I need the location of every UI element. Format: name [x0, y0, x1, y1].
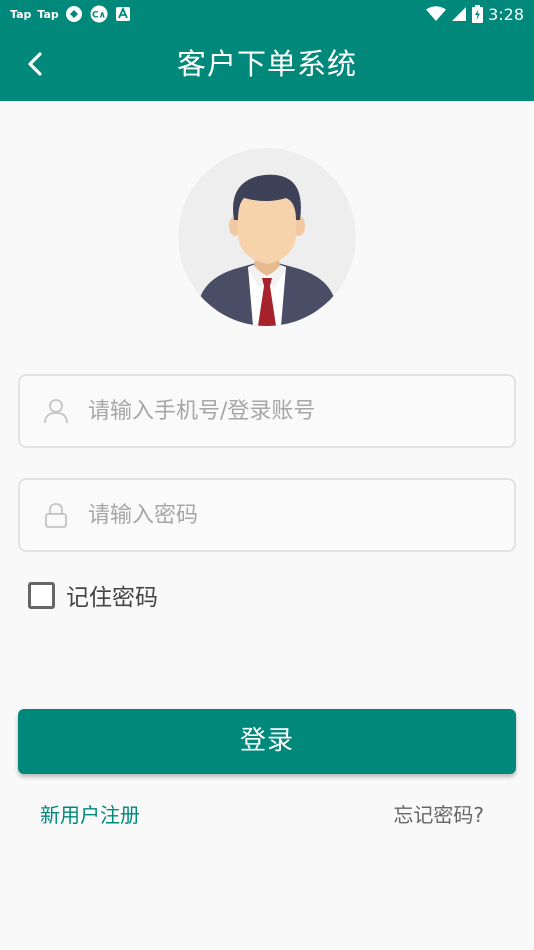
- register-link[interactable]: 新用户注册: [40, 799, 140, 828]
- forgot-password-link[interactable]: 忘记密码?: [393, 799, 484, 828]
- status-bar: Tap Tap C∧ 3:28: [0, 0, 534, 28]
- lock-icon: [44, 501, 68, 529]
- battery-icon: [472, 5, 484, 23]
- login-button[interactable]: 登录: [18, 709, 516, 774]
- app-notification-icon: C∧: [89, 5, 109, 23]
- app-notification-icon: [115, 6, 131, 22]
- signal-icon: [451, 6, 467, 22]
- remember-label: 记住密码: [66, 585, 158, 611]
- svg-text:C∧: C∧: [92, 11, 106, 21]
- page-title: 客户下单系统: [176, 47, 357, 81]
- taptap-label-2: Tap: [37, 7, 59, 21]
- password-input[interactable]: [88, 502, 488, 528]
- account-field: [18, 374, 516, 448]
- status-system: 3:28: [426, 0, 524, 28]
- user-icon: [44, 397, 68, 425]
- businessman-avatar-icon: [178, 148, 356, 326]
- status-notifications: Tap Tap C∧: [10, 0, 131, 28]
- avatar: [178, 148, 356, 326]
- app-bar: 客户下单系统: [0, 28, 534, 101]
- clock: 3:28: [488, 4, 524, 24]
- remember-checkbox[interactable]: [28, 581, 55, 609]
- remember-password-toggle[interactable]: 记住密码: [28, 580, 158, 611]
- app-notification-icon: [65, 5, 83, 23]
- password-field: [18, 478, 516, 552]
- wifi-icon: [426, 6, 447, 22]
- account-input[interactable]: [88, 398, 488, 424]
- taptap-label-1: Tap: [10, 7, 32, 21]
